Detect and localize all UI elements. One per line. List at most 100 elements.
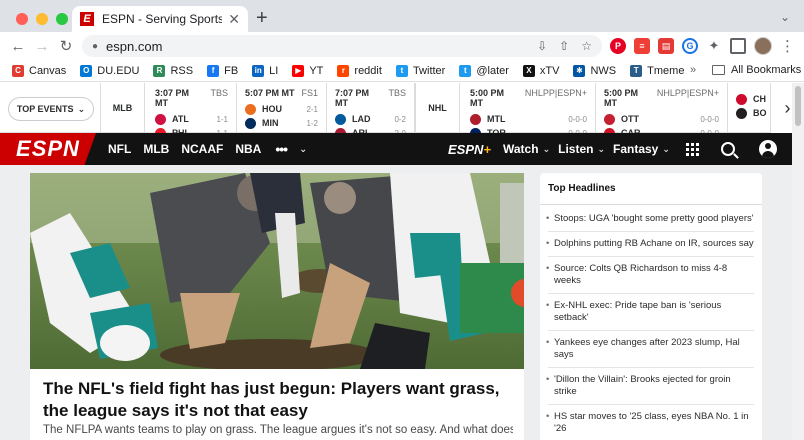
score-card[interactable]: 3:07 PM MTTBSATL1-1PHI1-1 [147, 83, 237, 139]
team-logo-icon [335, 113, 346, 125]
headline-link[interactable]: Yankees eye changes after 2023 slump, Ha… [540, 337, 762, 361]
address-bar[interactable]: ● espn.com ⇩ ⇧ ☆ [82, 35, 602, 57]
readwise-extension-icon[interactable]: ≡ [634, 38, 650, 54]
browser-menu-icon[interactable]: ⋮ [780, 37, 795, 55]
hero-headline[interactable]: The NFL's field fight has just begun: Pl… [43, 378, 513, 422]
bookmark-later[interactable]: t @later [459, 64, 509, 77]
team-row: LAD 0-2 [335, 112, 406, 126]
close-window-button[interactable] [16, 13, 28, 25]
all-bookmarks-button[interactable]: All Bookmarks [712, 64, 801, 76]
pinterest-extension-icon[interactable]: P [610, 38, 626, 54]
game-time: 5:00 PM MT [604, 88, 639, 108]
team-record: 0-0-0 [568, 114, 587, 124]
hero-story-card[interactable]: The NFL's field fight has just begun: Pl… [30, 173, 524, 440]
headline-divider [548, 367, 754, 368]
nav-item-nba[interactable]: NBA [235, 142, 261, 156]
bookmark-nws[interactable]: ✱ NWS [573, 64, 616, 77]
team-record: 0-2 [394, 114, 406, 124]
team-logo-icon [604, 113, 615, 125]
extensions-puzzle-icon[interactable]: ✦ [706, 38, 722, 54]
bookmark-tmeme[interactable]: T Tmeme [630, 64, 684, 77]
bookmark-fb[interactable]: f FB [207, 64, 239, 77]
score-card[interactable]: 5:00 PM MTNHLPP|ESPN+OTT0-0-0CAR0-0-0 [596, 83, 728, 139]
nav-item-mlb[interactable]: MLB [143, 142, 169, 156]
apps-grid-icon[interactable] [685, 142, 699, 156]
close-tab-icon[interactable]: ✕ [228, 11, 240, 28]
bookmark-star-icon[interactable]: ☆ [581, 39, 592, 53]
game-network: TBS [388, 88, 406, 98]
nav-expand-chevron-icon[interactable]: ⌄ [299, 144, 307, 155]
score-card[interactable]: 5:00 PM MTNHLPP|ESPN+MTL0-0-0TOR0-0-0 [462, 83, 596, 139]
tab-title: ESPN - Serving Sports Fans. A [102, 12, 223, 26]
headline-link[interactable]: Stoops: UGA 'bought some pretty good pla… [540, 213, 762, 225]
back-arrow-icon[interactable]: ← [6, 38, 30, 55]
league-label-nhl[interactable]: NHL [415, 83, 460, 133]
grammar-extension-icon[interactable]: G [682, 38, 698, 54]
minimize-window-button[interactable] [36, 13, 48, 25]
tab-search-chevron-icon[interactable]: ⌄ [780, 10, 790, 24]
game-time-row: 5:00 PM MT NHLPP|ESPN+ [604, 88, 719, 108]
share-icon[interactable]: ⇧ [559, 39, 569, 53]
bookmark-favicon-icon: ✱ [573, 64, 586, 77]
search-icon[interactable] [720, 142, 735, 156]
folder-icon [712, 65, 725, 75]
headline-divider [548, 404, 754, 405]
nav-item-watch[interactable]: Watch ⌄ [503, 142, 550, 156]
lastpass-extension-icon[interactable]: ▤ [658, 38, 674, 54]
bookmark-twitter[interactable]: t Twitter [395, 64, 445, 77]
score-card[interactable]: 5:07 PM MT FS1 HOU 2-1 MIN 1-2 [237, 83, 327, 133]
zoom-window-button[interactable] [56, 13, 68, 25]
bookmark-du-edu[interactable]: O DU.EDU [80, 64, 140, 77]
headline-link[interactable]: Ex-NHL exec: Pride tape ban is 'serious … [540, 300, 762, 324]
chevron-down-icon: ⌄ [597, 143, 605, 154]
nav-item-listen[interactable]: Listen ⌄ [558, 142, 605, 156]
nav-right-group: ESPN+ Watch ⌄ Listen ⌄ Fantasy ⌄ [448, 133, 777, 165]
bookmark-rss[interactable]: R RSS [153, 64, 193, 77]
game-time-row: 5:07 PM MT FS1 [245, 88, 318, 98]
site-info-icon[interactable]: ● [92, 41, 98, 52]
bookmark-canvas[interactable]: C Canvas [12, 64, 66, 77]
bookmark-label: FB [224, 64, 239, 77]
bookmarks-overflow-chevron-icon[interactable]: » [690, 64, 696, 76]
espn-favicon-icon: E [80, 12, 94, 26]
nav-item-nfl[interactable]: NFL [108, 142, 131, 156]
score-card[interactable]: 7:07 PM MTTBSLAD0-2ARI2-0 [327, 83, 415, 139]
forward-arrow-icon[interactable]: → [30, 38, 54, 55]
headline-link[interactable]: Dolphins putting RB Achane on IR, source… [540, 238, 762, 250]
team-record: 2-1 [306, 104, 318, 114]
browser-tab-strip: E ESPN - Serving Sports Fans. A ✕ + ⌄ [0, 0, 804, 32]
profile-avatar[interactable] [754, 37, 772, 55]
headline-link[interactable]: HS star moves to '25 class, eyes NBA No.… [540, 411, 762, 435]
active-tab[interactable]: E ESPN - Serving Sports Fans. A ✕ [72, 6, 248, 32]
espn-plus-logo[interactable]: ESPN+ [448, 142, 491, 157]
new-tab-button[interactable]: + [256, 8, 268, 28]
league-label-mlb[interactable]: MLB [100, 83, 145, 133]
team-abbr: MTL [487, 114, 506, 124]
top-events-dropdown[interactable]: TOP EVENTS ⌄ [8, 97, 94, 121]
bookmark-li[interactable]: in LI [252, 64, 278, 77]
bookmark-yt[interactable]: ▶ YT [292, 64, 323, 77]
bookmark-reddit[interactable]: r reddit [337, 64, 382, 77]
nav-more-button[interactable]: ••• [275, 141, 288, 157]
install-app-icon[interactable]: ⇩ [537, 39, 547, 53]
scrollbar-thumb[interactable] [795, 86, 801, 126]
bookmark-xtv[interactable]: XxTV [522, 64, 559, 77]
team-abbr: ATL [172, 114, 189, 124]
nav-item-ncaaf[interactable]: NCAAF [181, 142, 223, 156]
account-icon[interactable] [758, 140, 777, 158]
bookmark-label: DU.EDU [97, 64, 140, 77]
hero-image[interactable] [30, 173, 524, 369]
espn-logo[interactable]: ESPN [0, 133, 96, 165]
reload-icon[interactable]: ↻ [54, 37, 78, 55]
headline-link[interactable]: Source: Colts QB Richardson to miss 4-8 … [540, 263, 762, 287]
game-network: NHLPP|ESPN+ [656, 88, 719, 98]
chevron-down-icon: ⌄ [542, 143, 551, 154]
bookmark-favicon-icon: C [12, 64, 24, 77]
nav-item-fantasy[interactable]: Fantasy ⌄ [613, 142, 670, 156]
page-scrollbar[interactable] [792, 83, 804, 440]
main-content: The NFL's field fight has just begun: Pl… [0, 165, 792, 440]
scoreboard-strip: TOP EVENTS ⌄ MLB NHL 3:07 PM MT TBS ATL 1-1… [0, 83, 804, 139]
game-time: 5:00 PM MT [470, 88, 505, 108]
side-panel-icon[interactable] [730, 38, 746, 54]
headline-link[interactable]: 'Dillon the Villain': Brooks ejected for… [540, 374, 762, 398]
